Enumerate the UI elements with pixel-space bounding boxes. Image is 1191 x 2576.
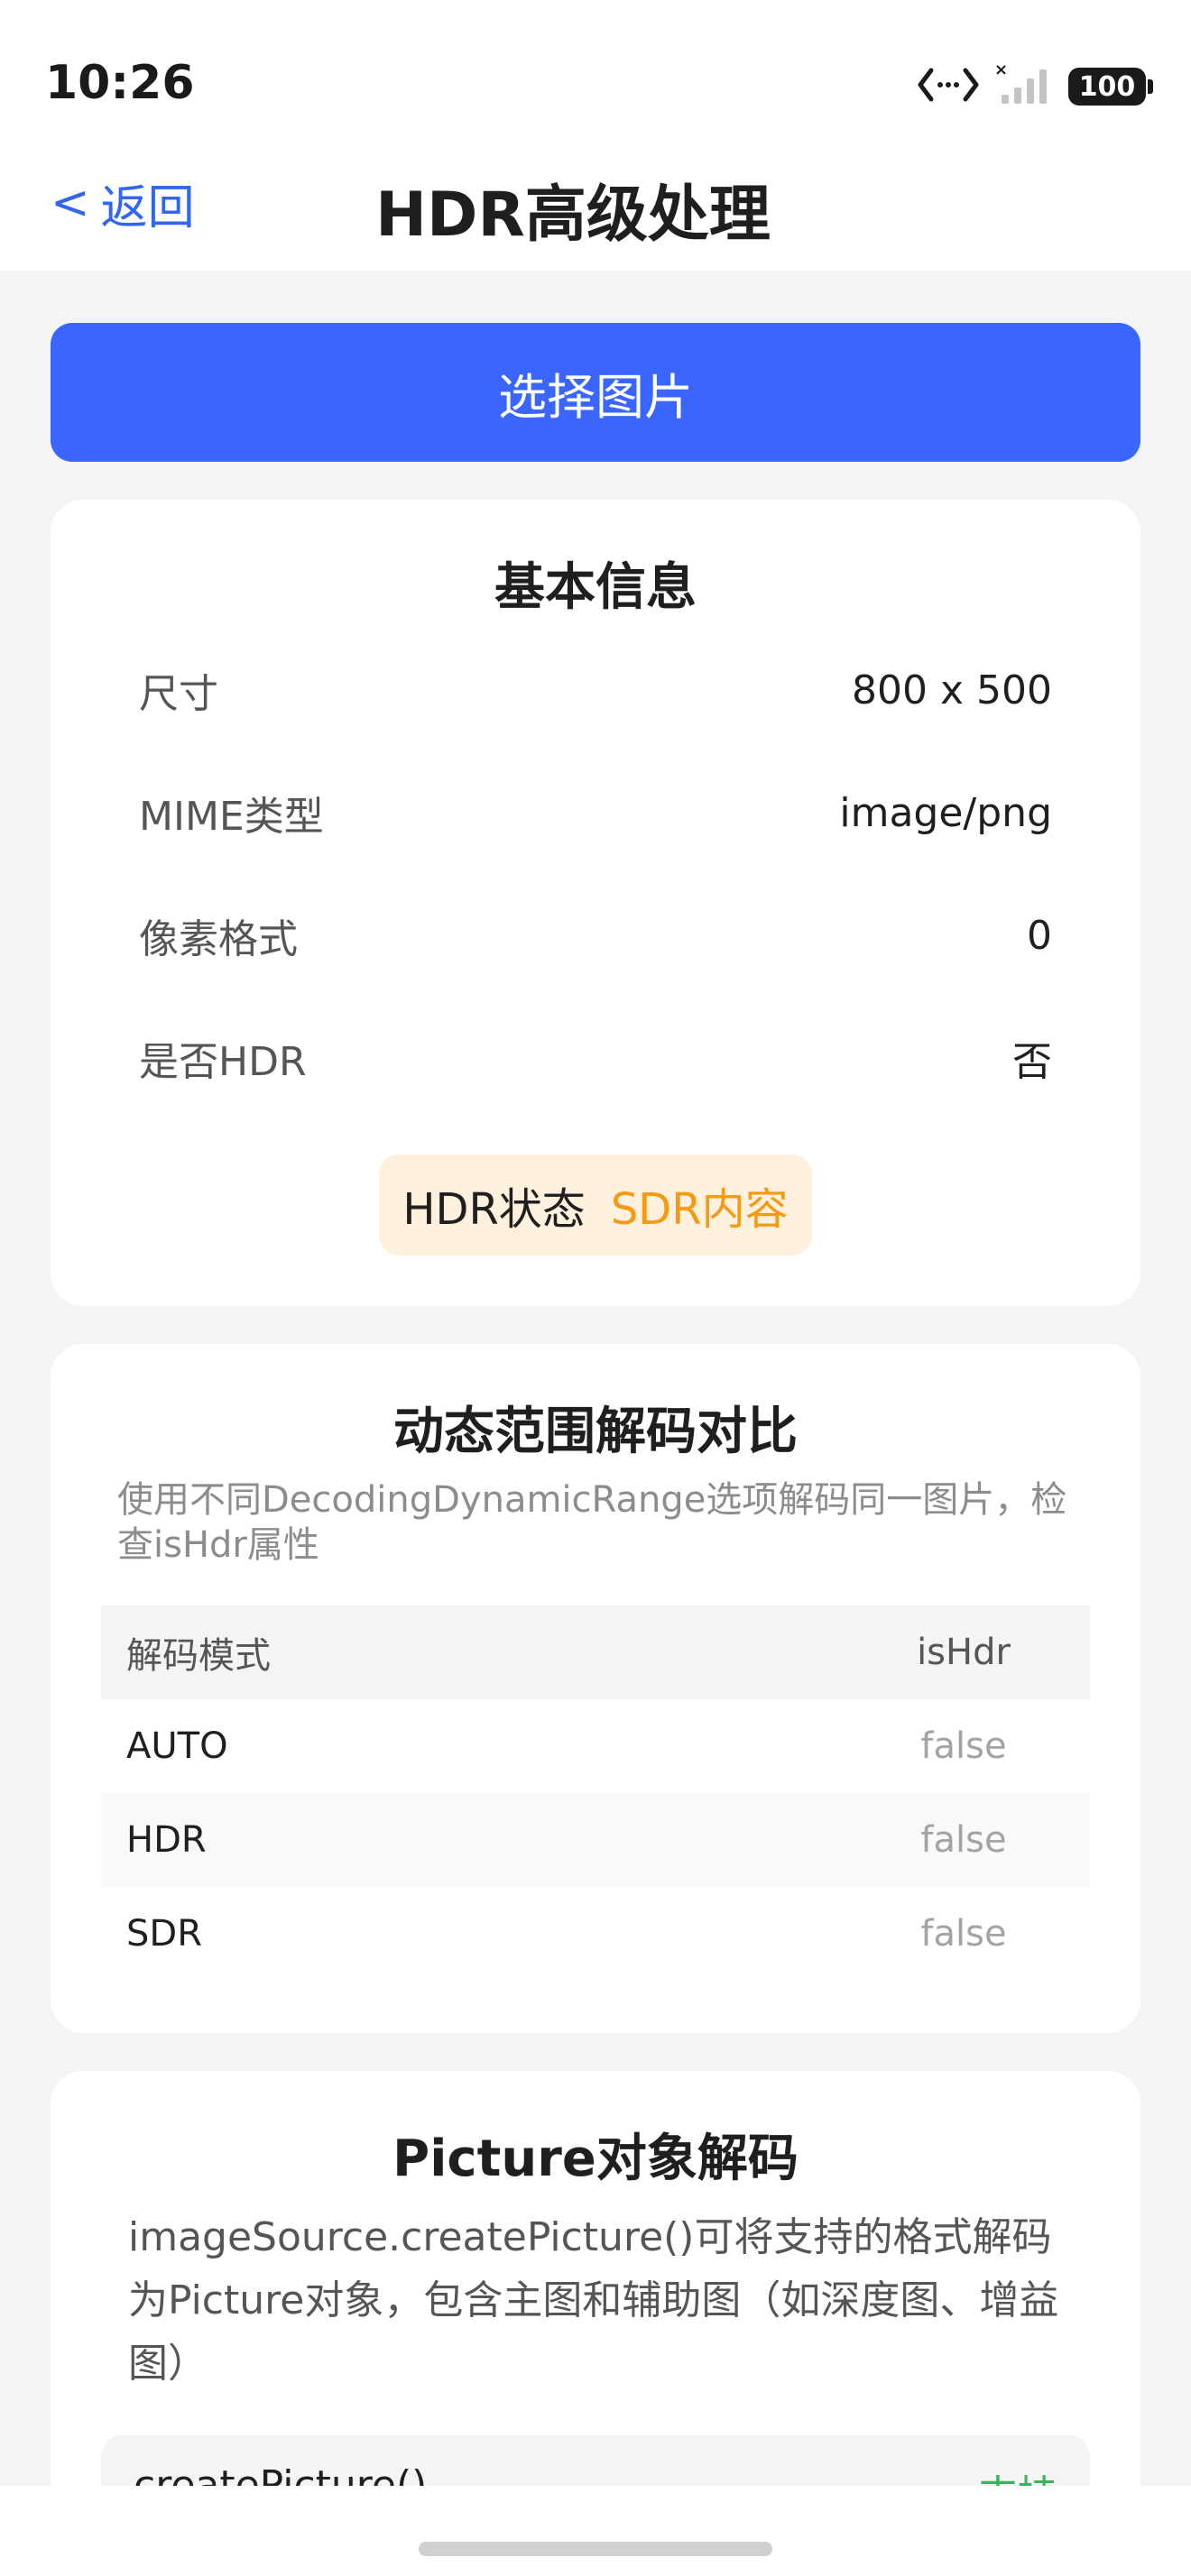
basic-info-card: 基本信息 尺寸 800 x 500 MIME类型 image/png 像素格式 … [51,500,1140,1306]
info-row-is-hdr: 是否HDR 否 [139,1026,1052,1090]
info-row-pixel-format: 像素格式 0 [139,904,1052,967]
status-bar: 10:26 × 100 [0,0,1191,144]
dynamic-range-card: 动态范围解码对比 使用不同DecodingDynamicRange选项解码同一图… [51,1344,1140,2033]
home-indicator[interactable] [419,2542,772,2556]
hdr-status-badge: HDR状态 SDR内容 [379,1155,812,1256]
is-hdr-cell: false [920,1913,1007,1955]
picture-decode-description: imageSource.createPicture()可将支持的格式解码为Pic… [128,2214,1059,2387]
info-row-size: 尺寸 800 x 500 [139,658,1052,722]
info-row-mime: MIME类型 image/png [139,781,1052,844]
info-label: MIME类型 [139,794,324,840]
select-image-button[interactable]: 选择图片 [51,323,1140,462]
table-row: AUTO false [101,1699,1090,1793]
table-header: 解码模式 isHdr [101,1605,1090,1699]
signal-off-icon: × [994,60,1054,111]
dynamic-range-description: 使用不同DecodingDynamicRange选项解码同一图片，检查isHdr… [117,1479,1067,1566]
decode-mode-cell: SDR [126,1913,202,1955]
svg-text:×: × [994,62,1008,79]
battery-icon: 100 [1068,68,1153,106]
table-row: SDR false [101,1887,1090,1981]
page-title: HDR高级处理 [375,179,771,251]
hdr-status-value: SDR内容 [610,1184,789,1235]
nav-bar: < 返回 HDR高级处理 [0,144,1191,271]
basic-info-title: 基本信息 [494,558,697,617]
column-header-mode: 解码模式 [126,1635,271,1677]
decode-mode-cell: HDR [126,1819,207,1861]
is-hdr-cell: false [920,1725,1007,1767]
info-label: 尺寸 [139,671,218,717]
info-value: 800 x 500 [852,667,1052,713]
info-value: 0 [1027,912,1052,959]
home-indicator-area [0,2486,1191,2576]
is-hdr-cell: false [920,1819,1007,1861]
status-time: 10:26 [45,56,195,110]
dynamic-range-title: 动态范围解码对比 [393,1403,798,1461]
table-row: HDR false [101,1793,1090,1887]
decode-mode-cell: AUTO [126,1725,228,1767]
info-value: image/png [839,789,1052,836]
column-header-is-hdr: isHdr [917,1632,1011,1673]
decode-mode-table: 解码模式 isHdr AUTO false HDR false SDR fals… [101,1605,1090,1981]
info-value: 否 [1012,1039,1052,1085]
code-brackets-icon [917,65,980,108]
info-label: 是否HDR [139,1039,307,1085]
status-icons: × 100 [917,60,1153,114]
picture-decode-title: Picture对象解码 [392,2130,799,2188]
info-label: 像素格式 [139,916,298,962]
hdr-status-label: HDR状态 [402,1184,586,1235]
